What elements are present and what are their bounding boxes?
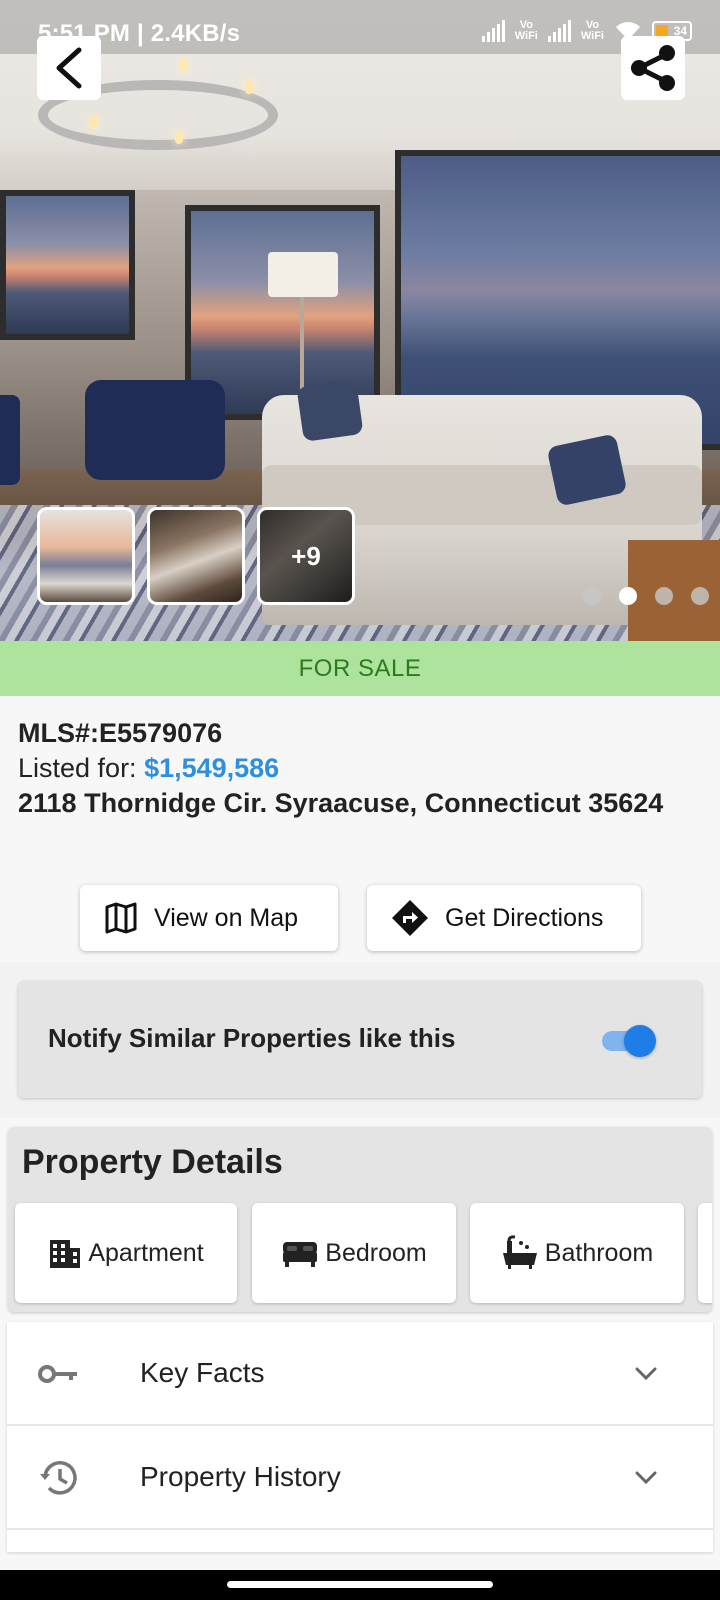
listed-line: Listed for: $1,549,586 bbox=[18, 751, 708, 786]
photo-bulb bbox=[175, 130, 183, 144]
status-bar: 5:51 PM | 2.4KB/s Vo WiFi Vo WiFi 34 bbox=[0, 0, 720, 54]
get-directions-label: Get Directions bbox=[445, 903, 604, 932]
thumbnail-strip: +9 bbox=[37, 507, 355, 605]
bed-icon bbox=[283, 1242, 318, 1267]
chip-apartment[interactable]: Apartment bbox=[15, 1203, 237, 1303]
chip-bathroom[interactable]: Bathroom bbox=[470, 1203, 684, 1303]
notify-toggle[interactable] bbox=[602, 1023, 656, 1057]
get-directions-button[interactable]: Get Directions bbox=[367, 885, 641, 951]
accordion-property-history[interactable]: Property History bbox=[7, 1426, 713, 1530]
carousel-dot-active[interactable] bbox=[619, 587, 637, 605]
view-on-map-button[interactable]: View on Map bbox=[80, 885, 338, 951]
photo-pillow bbox=[296, 379, 364, 442]
key-icon bbox=[38, 1365, 77, 1383]
signal-icon bbox=[547, 20, 571, 42]
chip-more[interactable] bbox=[698, 1203, 712, 1303]
vowifi-label: Vo WiFi bbox=[580, 19, 604, 42]
bathtub-icon bbox=[502, 1235, 537, 1269]
gallery-thumbnail-more[interactable]: +9 bbox=[257, 507, 355, 605]
chevron-down-icon bbox=[635, 1367, 657, 1381]
directions-icon bbox=[392, 900, 428, 936]
sale-status-banner: FOR SALE bbox=[0, 641, 720, 696]
notify-label: Notify Similar Properties like this bbox=[48, 1023, 456, 1053]
gallery-thumbnail[interactable] bbox=[147, 507, 245, 605]
share-button[interactable] bbox=[621, 36, 685, 100]
photo-bulb bbox=[90, 115, 98, 129]
photo-chair bbox=[85, 380, 225, 480]
accordion-label: Property History bbox=[140, 1461, 341, 1492]
accordion-key-facts[interactable]: Key Facts bbox=[7, 1322, 713, 1426]
accordion-label: Key Facts bbox=[140, 1357, 265, 1388]
listing-price: $1,549,586 bbox=[144, 753, 280, 783]
system-nav-bar bbox=[0, 1570, 720, 1600]
toggle-knob bbox=[624, 1025, 656, 1057]
photo-lamp bbox=[300, 297, 304, 397]
chip-label: Apartment bbox=[88, 1238, 204, 1267]
notify-card: Notify Similar Properties like this bbox=[18, 981, 702, 1098]
detail-accordion: Key Facts Property History bbox=[7, 1322, 713, 1552]
chip-label: Bathroom bbox=[544, 1238, 654, 1267]
property-details-card: Property Details Apartment Bedroom Bathr… bbox=[8, 1127, 712, 1312]
listed-label: Listed for: bbox=[18, 753, 145, 783]
signal-icon bbox=[481, 20, 505, 42]
photo-window bbox=[0, 190, 135, 340]
view-on-map-label: View on Map bbox=[154, 903, 299, 932]
vowifi-label: Vo WiFi bbox=[514, 19, 538, 42]
carousel-dot[interactable] bbox=[583, 587, 601, 605]
mls-number: MLS#:E5579076 bbox=[18, 718, 223, 748]
accordion-item-partial[interactable] bbox=[7, 1530, 713, 1552]
share-icon bbox=[631, 45, 675, 91]
gallery-thumbnail[interactable] bbox=[37, 507, 135, 605]
building-icon bbox=[50, 1240, 81, 1268]
listing-address: 2118 Thornidge Cir. Syraacuse, Connectic… bbox=[18, 788, 664, 818]
home-gesture-handle[interactable] bbox=[227, 1581, 493, 1588]
photo-chair bbox=[0, 395, 20, 485]
back-button[interactable] bbox=[37, 36, 101, 100]
photo-bulb bbox=[180, 58, 188, 72]
chevron-down-icon bbox=[635, 1471, 657, 1485]
map-icon bbox=[105, 902, 137, 934]
photo-lamp-shade bbox=[268, 252, 338, 297]
chip-bedroom[interactable]: Bedroom bbox=[252, 1203, 456, 1303]
photo-bulb bbox=[245, 80, 253, 94]
carousel-indicator bbox=[583, 587, 709, 605]
carousel-dot[interactable] bbox=[691, 587, 709, 605]
chip-label: Bedroom bbox=[325, 1238, 427, 1267]
history-icon bbox=[40, 1461, 77, 1495]
chevron-left-icon bbox=[56, 47, 82, 89]
listing-info: MLS#:E5579076 Listed for: $1,549,586 211… bbox=[18, 716, 708, 821]
more-photos-count: +9 bbox=[260, 510, 352, 602]
property-details-title: Property Details bbox=[22, 1143, 283, 1181]
carousel-dot[interactable] bbox=[655, 587, 673, 605]
